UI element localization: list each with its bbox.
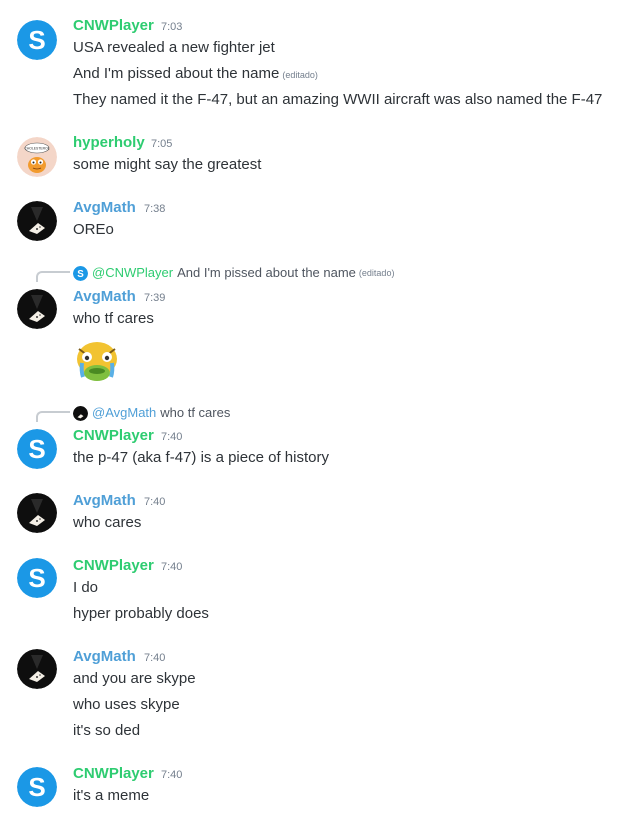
tuxedo-icon xyxy=(17,289,57,329)
svg-text:S: S xyxy=(28,563,45,593)
avatar-avgmath[interactable] xyxy=(17,201,57,241)
message-text: who uses skype xyxy=(73,696,180,713)
timestamp: 7:40 xyxy=(161,431,183,443)
message-text: USA revealed a new fighter jet xyxy=(73,39,275,56)
author-name[interactable]: hyperholy xyxy=(73,134,145,152)
message-text: OREo xyxy=(73,221,114,238)
avatar-avgmath[interactable] xyxy=(17,493,57,533)
avatar-cnwplayer[interactable]: S xyxy=(17,20,57,60)
timestamp: 7:40 xyxy=(161,561,183,573)
message-text: and you are skype xyxy=(73,670,196,687)
timestamp: 7:38 xyxy=(144,203,166,215)
tuxedo-icon xyxy=(17,649,57,689)
author-name[interactable]: CNWPlayer xyxy=(73,557,154,575)
reply-spine xyxy=(36,411,70,422)
message-text: They named it the F-47, but an amazing W… xyxy=(73,91,603,108)
author-name[interactable]: CNWPlayer xyxy=(73,17,154,35)
tuxedo-icon xyxy=(17,201,57,241)
author-name[interactable]: CNWPlayer xyxy=(73,765,154,783)
reply-text: And I'm pissed about the name xyxy=(177,265,356,280)
avatar-avgmath[interactable] xyxy=(17,289,57,329)
svg-text:CHOLESTEROL: CHOLESTEROL xyxy=(24,147,49,151)
avatar-avgmath[interactable] xyxy=(17,649,57,689)
author-name[interactable]: CNWPlayer xyxy=(73,427,154,445)
timestamp: 7:03 xyxy=(161,21,183,33)
garfield-icon: CHOLESTEROL xyxy=(17,137,57,177)
message-text: the p-47 (aka f-47) is a piece of histor… xyxy=(73,449,329,466)
author-name[interactable]: AvgMath xyxy=(73,199,136,217)
svg-text:S: S xyxy=(28,434,45,464)
reply-preview[interactable]: @AvgMath who tf cares xyxy=(73,405,230,421)
message-text: And I'm pissed about the name (editado) xyxy=(73,64,318,85)
message-text: who tf cares xyxy=(73,310,154,327)
author-name[interactable]: AvgMath xyxy=(73,648,136,666)
message-text: hyper probably does xyxy=(73,605,209,622)
crying-emoji-icon[interactable] xyxy=(73,337,121,385)
timestamp: 7:05 xyxy=(151,138,173,150)
reply-mention[interactable]: @AvgMath xyxy=(92,405,156,421)
skype-logo-icon: S xyxy=(17,20,57,60)
timestamp: 7:40 xyxy=(144,496,166,508)
author-name[interactable]: AvgMath xyxy=(73,288,136,306)
message-text: it's so ded xyxy=(73,722,141,739)
skype-logo-icon: S xyxy=(17,558,57,598)
avatar-hyperholy[interactable]: CHOLESTEROL xyxy=(17,137,57,177)
reply-text: who tf cares xyxy=(160,405,231,420)
message-text: it's a meme xyxy=(73,787,150,804)
timestamp: 7:39 xyxy=(144,292,166,304)
svg-text:S: S xyxy=(28,25,45,55)
reply-mention[interactable]: @CNWPlayer xyxy=(92,265,173,281)
avatar-cnwplayer[interactable]: S xyxy=(17,558,57,598)
tuxedo-icon xyxy=(17,493,57,533)
tuxedo-icon xyxy=(73,405,88,421)
edited-tag: (editado) xyxy=(358,268,395,278)
skype-logo-icon: S xyxy=(17,429,57,469)
message-text-content: And I'm pissed about the name xyxy=(73,65,280,82)
avatar-cnwplayer[interactable]: S xyxy=(17,429,57,469)
avatar-cnwplayer[interactable]: S xyxy=(17,767,57,807)
author-name[interactable]: AvgMath xyxy=(73,492,136,510)
timestamp: 7:40 xyxy=(144,652,166,664)
edited-tag: (editado) xyxy=(282,70,318,80)
svg-text:S: S xyxy=(28,772,45,802)
message-text: I do xyxy=(73,579,99,596)
reply-preview[interactable]: S @CNWPlayer And I'm pissed about the na… xyxy=(73,265,394,281)
reply-spine xyxy=(36,271,70,282)
message-text: who cares xyxy=(73,514,142,531)
message-text: some might say the greatest xyxy=(73,156,262,173)
svg-text:S: S xyxy=(77,268,84,279)
skype-logo-icon: S xyxy=(17,767,57,807)
timestamp: 7:40 xyxy=(161,769,183,781)
skype-logo-icon: S xyxy=(73,265,88,281)
